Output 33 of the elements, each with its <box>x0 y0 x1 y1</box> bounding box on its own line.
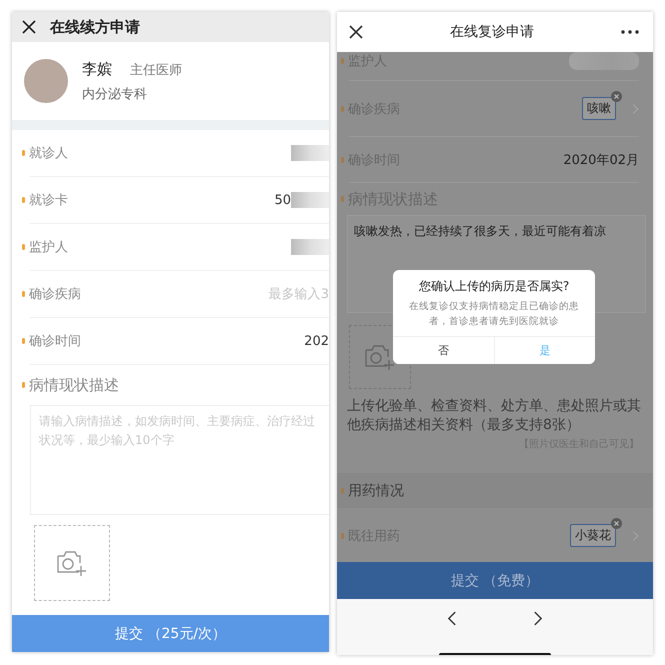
field-label: 就诊卡 <box>29 192 68 209</box>
doctor-title: 主任医师 <box>130 62 182 78</box>
more-icon[interactable] <box>621 30 639 34</box>
field-value: 202 <box>304 334 329 348</box>
field-label: 监护人 <box>29 239 68 256</box>
department: 内分泌专科 <box>82 86 148 102</box>
photo-upload-button[interactable] <box>34 525 110 601</box>
tag[interactable]: 咳嗽 <box>582 97 616 120</box>
camera-plus-icon <box>363 343 397 371</box>
page-title: 在线复诊申请 <box>450 23 534 41</box>
upload-hint: 上传化验单、检查资料、处方单、患处照片或其他疾病描述相关资料（最多支持8张） <box>347 397 642 435</box>
field-value: 2020年02月 <box>563 152 639 168</box>
section-label: 病情现状描述 <box>29 376 119 394</box>
section-label: 用药情况 <box>348 482 404 500</box>
field-label: 确诊疾病 <box>29 286 81 303</box>
back-chevron-icon[interactable] <box>447 611 457 626</box>
field-label: 就诊人 <box>29 145 68 162</box>
remove-icon[interactable] <box>611 518 622 529</box>
page-title: 在线续方申请 <box>50 18 140 36</box>
close-icon[interactable] <box>349 25 363 39</box>
submit-button[interactable]: 提交 （免费） <box>337 562 653 599</box>
tag[interactable]: 小葵花 <box>570 524 616 547</box>
field-value: 50 <box>274 192 291 208</box>
remove-icon[interactable] <box>611 91 622 102</box>
doctor-name: 李嫔 <box>82 60 112 78</box>
text-input[interactable]: 最多输入3 <box>249 286 329 302</box>
field-label: 确诊时间 <box>29 333 81 350</box>
dialog-title: 您确认上传的病历是否属实? <box>418 278 570 295</box>
chevron-right-icon[interactable] <box>533 611 543 626</box>
close-icon[interactable] <box>22 20 36 34</box>
camera-plus-icon <box>55 549 89 577</box>
avatar <box>24 59 68 103</box>
submit-button[interactable]: 提交 （25元/次） <box>12 615 329 652</box>
